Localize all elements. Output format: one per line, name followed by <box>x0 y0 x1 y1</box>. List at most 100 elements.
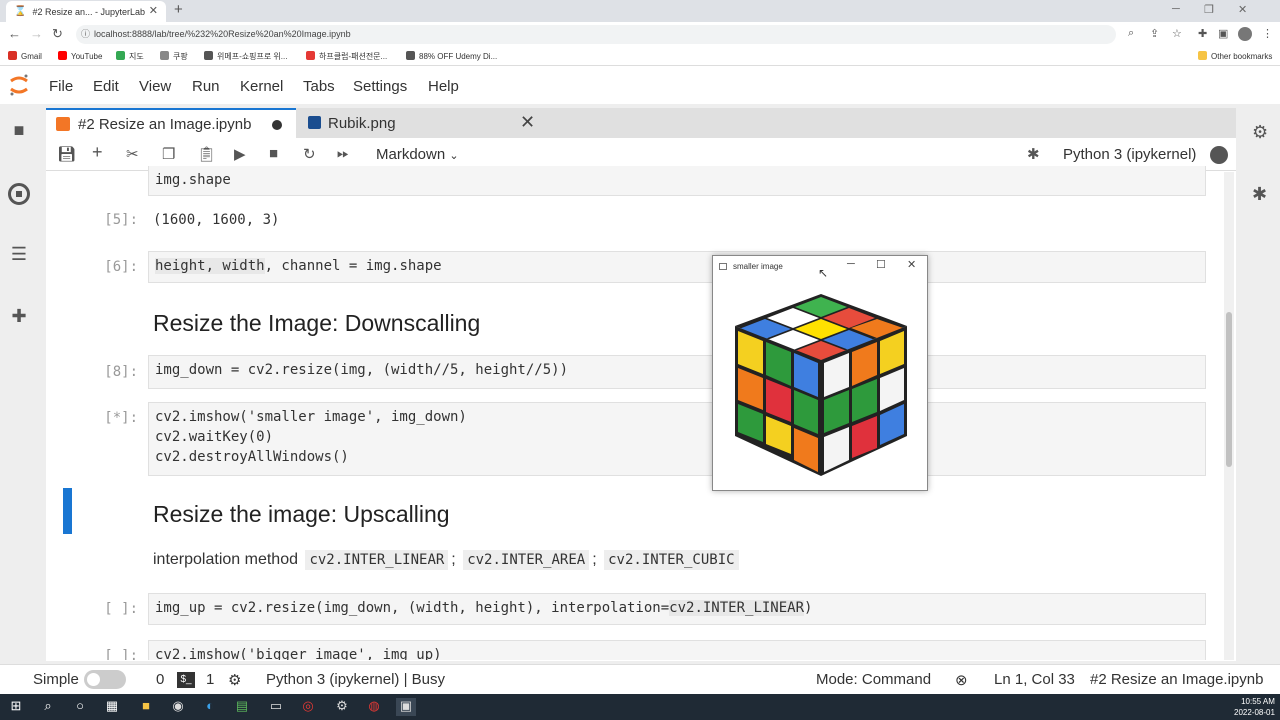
bookmark-halfclub[interactable]: 하프클럽-패션전문... <box>306 51 387 62</box>
terminal-icon[interactable]: $_ <box>177 672 195 688</box>
settings-icon[interactable]: ⚙ <box>332 698 352 716</box>
minimize-icon[interactable]: ─ <box>1172 3 1180 15</box>
minimize-icon[interactable]: ─ <box>847 258 855 270</box>
cell-prompt: [8]: <box>104 364 138 380</box>
kernel-status[interactable]: Python 3 (ipykernel) | Busy <box>266 671 445 688</box>
close-icon[interactable]: ✕ <box>907 258 916 271</box>
running-icon[interactable] <box>8 183 30 205</box>
map-icon <box>116 51 125 60</box>
unsaved-indicator-icon[interactable] <box>272 120 282 130</box>
cell-type-select[interactable]: Markdown ⌄ <box>376 146 459 163</box>
paste-icon[interactable]: 📋︎ <box>197 145 216 163</box>
url-text: localhost:8888/lab/tree/%232%20Resize%20… <box>94 29 351 39</box>
bookmark-map[interactable]: 지도 <box>116 51 144 62</box>
menu-edit[interactable]: Edit <box>93 78 119 95</box>
gmail-icon <box>8 51 17 60</box>
back-icon[interactable]: ← <box>8 26 21 41</box>
kernel-name[interactable]: Python 3 (ipykernel) <box>1063 146 1196 163</box>
cursor-position[interactable]: Ln 1, Col 33 <box>994 671 1075 688</box>
paragraph-text: interpolation method <box>153 551 298 568</box>
close-icon[interactable]: ✕ <box>149 4 158 17</box>
profile-avatar[interactable] <box>1238 27 1252 41</box>
notepad-icon[interactable]: ▤ <box>232 698 252 716</box>
search-icon[interactable]: ⌕ <box>38 698 58 716</box>
browser-tabstrip <box>0 0 1280 22</box>
code-cell-upscale[interactable]: img_up = cv2.resize(img_down, (width, he… <box>148 593 1206 625</box>
restart-icon[interactable]: ↻ <box>303 145 316 163</box>
run-all-icon[interactable]: ⏩︎ <box>337 145 349 162</box>
kernel-status-icon[interactable]: ⚙ <box>228 671 241 689</box>
tab-image[interactable]: Rubik.png ✕ <box>298 110 544 138</box>
coupang-icon <box>160 51 169 60</box>
more-icon[interactable]: ⋮ <box>1262 27 1273 40</box>
bookmark-coupang[interactable]: 쿠팡 <box>160 51 188 62</box>
bookmark-wemakeprice[interactable]: 위메프-쇼핑프로 위... <box>204 51 287 62</box>
widgets-icon[interactable]: ▦ <box>102 698 122 716</box>
other-bookmarks[interactable]: Other bookmarks <box>1198 51 1272 61</box>
star-icon[interactable]: ☆ <box>1172 27 1182 40</box>
scrollbar-thumb[interactable] <box>1226 312 1232 467</box>
save-icon[interactable]: 💾︎ <box>57 145 76 163</box>
maximize-icon[interactable]: ☐ <box>876 258 886 271</box>
system-clock[interactable]: 10:55 AM 2022-08-01 <box>1234 696 1275 718</box>
menu-file[interactable]: File <box>49 78 73 95</box>
file-explorer-icon[interactable]: ■ <box>136 698 156 716</box>
menu-kernel[interactable]: Kernel <box>240 78 283 95</box>
cut-icon[interactable]: ✂ <box>126 145 139 163</box>
obs-icon[interactable]: ◍ <box>364 698 384 716</box>
terminal-app-icon[interactable]: ▭ <box>266 698 286 716</box>
address-bar[interactable]: ⓘ localhost:8888/lab/tree/%232%20Resize%… <box>76 25 1116 44</box>
restore-icon[interactable]: ❐ <box>1204 3 1214 16</box>
code-cell-running[interactable]: cv2.imshow('smaller image', img_down) cv2… <box>148 402 1206 476</box>
python-window-icon[interactable]: ▣ <box>396 698 416 716</box>
jupyter-favicon-icon: ⌛ <box>14 6 27 17</box>
property-inspector-icon[interactable]: ⚙ <box>1252 122 1268 143</box>
toc-icon[interactable]: ☰ <box>8 244 30 266</box>
bookmark-udemy[interactable]: 88% OFF Udemy Di... <box>406 51 497 61</box>
code-cell-last[interactable]: cv2.imshow('bigger image', img_up) <box>148 640 1206 660</box>
windows-start-icon[interactable]: ⊞ <box>6 698 26 716</box>
browser-tab[interactable]: ⌛ #2 Resize an... - JupyterLab ✕ <box>6 1 166 22</box>
debugger-icon[interactable]: ✱ <box>1252 184 1267 205</box>
code-cell-6[interactable]: height, width, channel = img.shape <box>148 251 1206 283</box>
tab-notebook[interactable]: #2 Resize an Image.ipynb <box>46 108 296 139</box>
menu-help[interactable]: Help <box>428 78 459 95</box>
window-close-icon[interactable]: ✕ <box>1238 3 1247 16</box>
rubik-cube-image <box>735 294 907 476</box>
folder-icon[interactable]: ■ <box>8 120 30 142</box>
code-cell-shape[interactable]: img.shape <box>148 166 1206 196</box>
run-icon[interactable]: ▶ <box>234 145 246 163</box>
new-tab-button[interactable]: + <box>174 1 183 18</box>
menu-run[interactable]: Run <box>192 78 220 95</box>
debug-icon[interactable]: ✱ <box>1027 145 1040 163</box>
menu-view[interactable]: View <box>139 78 171 95</box>
code-cell-8[interactable]: img_down = cv2.resize(img, (width//5, he… <box>148 355 1206 389</box>
forward-icon[interactable]: → <box>30 26 43 41</box>
sidepanel-icon[interactable]: ▣ <box>1218 27 1228 40</box>
close-tab-icon[interactable]: ✕ <box>520 112 535 133</box>
edge-icon[interactable]: ◐ <box>200 698 220 716</box>
share-icon[interactable]: ⇪ <box>1150 27 1159 40</box>
menu-tabs[interactable]: Tabs <box>303 78 335 95</box>
terminal-count: 0 <box>156 671 165 688</box>
menu-settings[interactable]: Settings <box>353 78 407 95</box>
stop-icon[interactable]: ■ <box>269 145 278 162</box>
copy-icon[interactable]: ❐ <box>162 145 175 163</box>
interpolation-paragraph: interpolation method cv2.INTER_LINEAR; c… <box>153 550 742 570</box>
info-icon: ⓘ <box>81 29 91 39</box>
reload-icon[interactable]: ↻ <box>52 26 63 42</box>
no-debug-icon[interactable]: ⊗ <box>955 671 968 689</box>
zoom-icon[interactable]: ⌕ <box>1128 27 1134 40</box>
bookmark-gmail[interactable]: Gmail <box>8 51 42 61</box>
task-view-icon[interactable]: ○ <box>70 698 90 716</box>
opencv-window-title: smaller image <box>733 262 783 271</box>
add-cell-icon[interactable]: + <box>92 142 103 163</box>
bookmark-youtube[interactable]: YouTube <box>58 51 102 61</box>
chrome-icon[interactable]: ◎ <box>298 698 318 716</box>
opencv-window[interactable]: smaller image ─ ☐ ✕ ↖ <box>712 255 928 491</box>
heading-upscaling: Resize the image: Upscalling <box>153 501 450 527</box>
app-icon[interactable]: ◉ <box>168 698 188 716</box>
simple-mode-toggle[interactable] <box>84 670 126 689</box>
extensions-icon[interactable]: ✚ <box>1198 27 1207 40</box>
extension-icon[interactable]: ✚ <box>8 306 30 328</box>
